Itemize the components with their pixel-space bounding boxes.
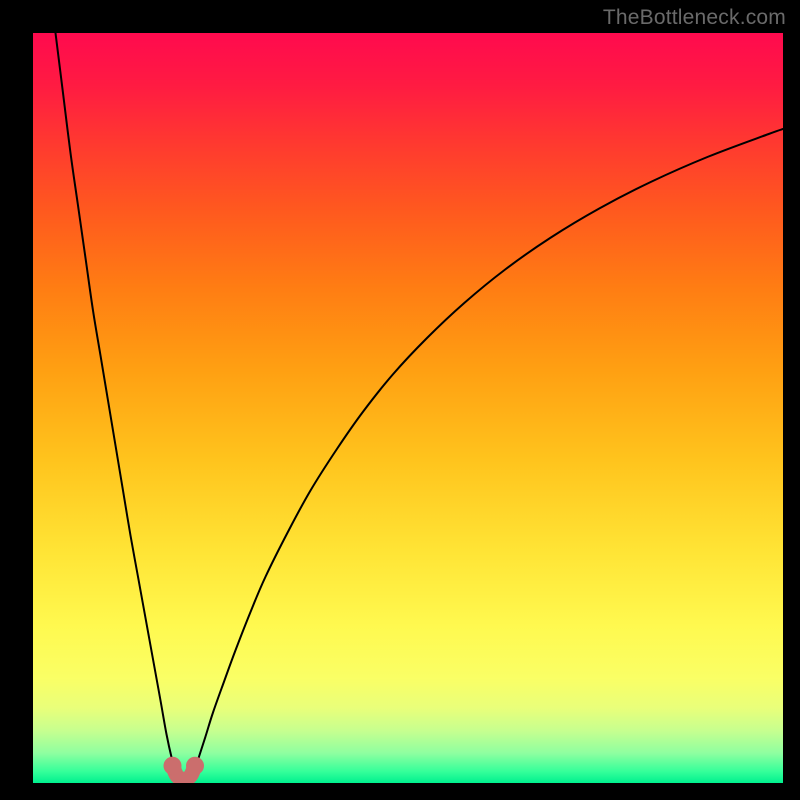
curve-layer [33, 33, 783, 783]
chart-frame: TheBottleneck.com [0, 0, 800, 800]
watermark-text: TheBottleneck.com [603, 6, 786, 30]
bottleneck-marker-endpoint [186, 757, 204, 775]
bottleneck-curve-left-branch [56, 33, 180, 776]
plot-area [33, 33, 783, 783]
bottleneck-curve-right-branch [191, 129, 784, 776]
bottleneck-marker-endpoint [164, 757, 182, 775]
